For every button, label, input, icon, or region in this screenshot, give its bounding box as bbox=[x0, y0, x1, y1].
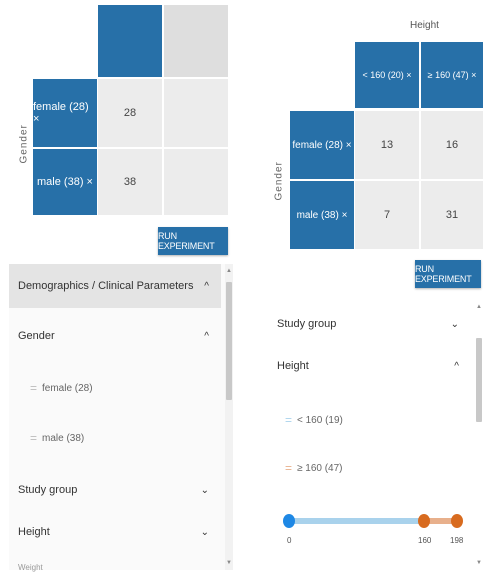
filter-item-label: male (38) bbox=[42, 432, 85, 444]
row-header-female[interactable]: female (28) × bbox=[290, 111, 354, 179]
scrollbar[interactable]: ▲ ▼ bbox=[475, 302, 483, 570]
slider-min-label: 0 bbox=[287, 536, 292, 545]
scroll-up-icon[interactable]: ▲ bbox=[226, 268, 232, 274]
row-header-male[interactable]: male (38) × bbox=[290, 181, 354, 249]
group-study-group-label: Study group bbox=[277, 318, 337, 330]
column-header-lt160[interactable]: < 160 (20) × bbox=[355, 42, 419, 108]
filter-item-lt160[interactable]: = < 160 (19) bbox=[275, 402, 471, 438]
cell-male-1: 38 bbox=[98, 149, 162, 215]
chevron-up-icon: ^ bbox=[204, 280, 209, 292]
scroll-down-icon[interactable]: ▼ bbox=[476, 560, 482, 566]
drag-handle-icon[interactable]: = bbox=[30, 431, 37, 445]
scroll-down-icon[interactable]: ▼ bbox=[226, 560, 232, 566]
row-header-male[interactable]: male (38) × bbox=[33, 149, 97, 215]
slider-handle-max[interactable] bbox=[451, 514, 463, 528]
row-header-female[interactable]: female (28) × bbox=[33, 79, 97, 147]
chevron-down-icon: ⌄ bbox=[450, 318, 459, 330]
slider-track-lower bbox=[290, 518, 424, 524]
run-experiment-button[interactable]: RUN EXPERIMENT bbox=[158, 227, 228, 255]
cell-female-lt160: 13 bbox=[355, 111, 419, 179]
group-height[interactable]: Height ^ bbox=[275, 348, 471, 384]
chevron-down-icon: ⌄ bbox=[200, 484, 209, 496]
column-header-placeholder bbox=[164, 5, 228, 77]
slider-handle-split[interactable] bbox=[418, 514, 430, 528]
chevron-up-icon: ^ bbox=[204, 330, 209, 342]
filter-item-label: < 160 (19) bbox=[297, 414, 343, 426]
drag-handle-icon[interactable]: = bbox=[285, 413, 292, 427]
slider-split-label: 160 bbox=[418, 536, 432, 545]
section-demographics[interactable]: Demographics / Clinical Parameters ^ bbox=[9, 264, 221, 308]
group-study-group[interactable]: Study group ⌄ bbox=[275, 306, 471, 342]
group-height[interactable]: Height ⌄ bbox=[9, 514, 221, 550]
cell-female-2 bbox=[164, 79, 228, 147]
chevron-up-icon: ^ bbox=[454, 360, 459, 372]
group-height-label: Height bbox=[18, 526, 50, 538]
group-height-label: Height bbox=[277, 360, 309, 372]
filter-item-label: female (28) bbox=[42, 382, 93, 394]
right-panel: Height < 160 (20) × ≥ 160 (47) × Gender … bbox=[247, 0, 483, 570]
group-study-group[interactable]: Study group ⌄ bbox=[9, 472, 221, 508]
column-header-ge160[interactable]: ≥ 160 (47) × bbox=[421, 42, 483, 108]
group-gender-label: Gender bbox=[18, 330, 55, 342]
drag-handle-icon[interactable]: = bbox=[30, 381, 37, 395]
cell-male-2 bbox=[164, 149, 228, 215]
group-gender[interactable]: Gender ^ bbox=[9, 316, 221, 356]
chevron-down-icon: ⌄ bbox=[200, 526, 209, 538]
run-experiment-button[interactable]: RUN EXPERIMENT bbox=[415, 260, 481, 288]
cell-female-ge160: 16 bbox=[421, 111, 483, 179]
filter-accordion: Study group ⌄ Height ^ = < 160 (19) = ≥ … bbox=[275, 302, 483, 570]
left-panel: Gender female (28) × 28 male (38) × 38 R… bbox=[0, 0, 240, 572]
filter-item-female[interactable]: = female (28) bbox=[9, 370, 221, 406]
column-header-empty bbox=[98, 5, 162, 77]
scrollbar[interactable]: ▲ ▼ bbox=[225, 264, 233, 570]
group-weight-cut: Weight bbox=[18, 562, 43, 572]
row-axis-label: Gender bbox=[18, 124, 30, 164]
filter-item-label: ≥ 160 (47) bbox=[297, 462, 343, 474]
row-axis-label: Gender bbox=[273, 161, 285, 201]
cell-male-lt160: 7 bbox=[355, 181, 419, 249]
group-study-group-label: Study group bbox=[18, 484, 78, 496]
slider-max-label: 198 bbox=[450, 536, 464, 545]
drag-handle-icon[interactable]: = bbox=[285, 461, 292, 475]
scroll-up-icon[interactable]: ▲ bbox=[476, 304, 482, 310]
filter-item-ge160[interactable]: = ≥ 160 (47) bbox=[275, 450, 471, 486]
filter-accordion: Demographics / Clinical Parameters ^ Gen… bbox=[9, 264, 233, 572]
filter-item-male[interactable]: = male (38) bbox=[9, 420, 221, 456]
scroll-thumb[interactable] bbox=[476, 338, 482, 422]
scroll-thumb[interactable] bbox=[226, 282, 232, 400]
section-demographics-label: Demographics / Clinical Parameters bbox=[18, 280, 194, 292]
height-range-slider[interactable]: 0 160 198 bbox=[275, 508, 465, 548]
column-axis-label: Height bbox=[410, 20, 439, 31]
slider-handle-min[interactable] bbox=[283, 514, 295, 528]
cell-female-1: 28 bbox=[98, 79, 162, 147]
cell-male-ge160: 31 bbox=[421, 181, 483, 249]
